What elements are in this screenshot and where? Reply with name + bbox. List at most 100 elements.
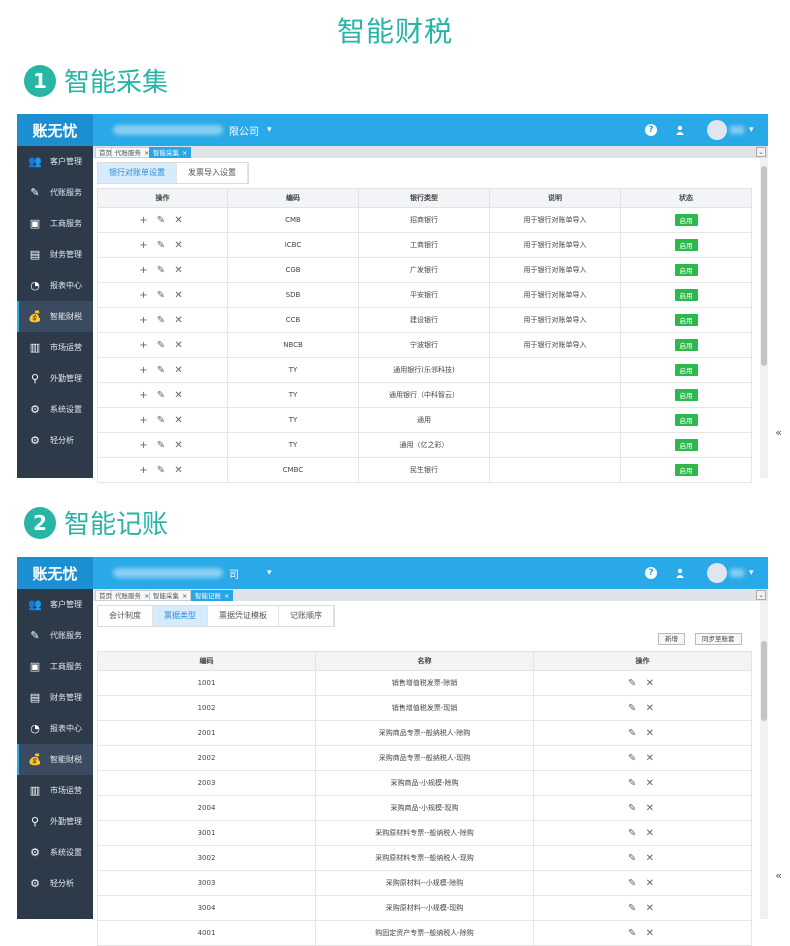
bank-type: 通用银行(乐邻科技) — [358, 357, 490, 383]
row-actions[interactable]: + ✎ ✕ — [97, 457, 228, 483]
row-actions[interactable]: ✎ ✕ — [533, 920, 752, 946]
row-actions[interactable]: ✎ ✕ — [533, 720, 752, 746]
bill-code: 2002 — [97, 745, 316, 771]
status-badge[interactable]: 启用 — [674, 364, 698, 376]
bank-type: 工商银行 — [358, 232, 490, 258]
row-actions[interactable]: ✎ ✕ — [533, 820, 752, 846]
sidebar-item-label: 报表中心 — [50, 724, 82, 733]
company-selector[interactable]: 司 — [113, 557, 263, 589]
chevron-down-icon[interactable]: ⌄ — [756, 590, 766, 600]
sidebar-item-8[interactable]: ⚙ 系统设置 — [17, 837, 93, 868]
row-actions[interactable]: + ✎ ✕ — [97, 357, 228, 383]
sidebar-item-5[interactable]: 💰 智能财税 — [17, 744, 93, 775]
sidebar-item-2[interactable]: ▣ 工商服务 — [17, 208, 93, 239]
row-actions[interactable]: + ✎ ✕ — [97, 207, 228, 233]
subtab-0[interactable]: 会计制度 — [98, 606, 153, 626]
collapse-panel-icon[interactable]: « — [775, 869, 782, 882]
close-icon[interactable]: × — [224, 592, 229, 600]
person-icon[interactable] — [673, 566, 687, 580]
tab-2[interactable]: 智能采集 × — [149, 590, 192, 601]
sidebar-item-2[interactable]: ▣ 工商服务 — [17, 651, 93, 682]
scrollbar[interactable] — [760, 601, 768, 919]
sidebar-item-4[interactable]: ◔ 报表中心 — [17, 713, 93, 744]
scrollbar-thumb[interactable] — [761, 166, 767, 366]
chevron-down-icon[interactable]: ▾ — [749, 125, 754, 135]
sidebar-item-7[interactable]: ⚲ 外勤管理 — [17, 806, 93, 837]
row-actions[interactable]: + ✎ ✕ — [97, 332, 228, 358]
person-icon[interactable] — [673, 123, 687, 137]
row-actions[interactable]: + ✎ ✕ — [97, 407, 228, 433]
status-badge[interactable]: 启用 — [674, 214, 698, 226]
table-row: + ✎ ✕ CMB 招商银行 用于银行对账单导入 启用 — [97, 207, 752, 233]
chevron-down-icon[interactable]: ▾ — [267, 125, 272, 135]
chevron-down-icon[interactable]: ▾ — [267, 568, 272, 578]
sidebar-item-1[interactable]: ✎ 代账服务 — [17, 620, 93, 651]
help-icon[interactable]: ? — [645, 124, 657, 136]
status-badge[interactable]: 启用 — [674, 389, 698, 401]
company-selector[interactable]: 限公司 — [113, 114, 263, 146]
bank-code: TY — [227, 357, 359, 383]
status-badge[interactable]: 启用 — [674, 289, 698, 301]
row-actions[interactable]: + ✎ ✕ — [97, 282, 228, 308]
sidebar-item-3[interactable]: ▤ 财务管理 — [17, 239, 93, 270]
row-actions[interactable]: ✎ ✕ — [533, 670, 752, 696]
sidebar-item-9[interactable]: ⚙ 轻分析 — [17, 868, 93, 899]
chevron-down-icon[interactable]: ▾ — [749, 568, 754, 578]
row-actions[interactable]: ✎ ✕ — [533, 695, 752, 721]
sidebar-item-5[interactable]: 💰 智能财税 — [17, 301, 93, 332]
row-actions[interactable]: + ✎ ✕ — [97, 432, 228, 458]
row-actions[interactable]: ✎ ✕ — [533, 795, 752, 821]
row-actions[interactable]: + ✎ ✕ — [97, 382, 228, 408]
status-badge[interactable]: 启用 — [674, 414, 698, 426]
company-name: 限公司 — [229, 126, 259, 138]
tab-3[interactable]: 智能记账 × — [191, 590, 234, 601]
app-screenshot-bookkeeping: 账无忧 司 ▾ ? ▾ 👥 客户管理 ✎ 代账服务 ▣ 工商服务 ▤ 财务管理 ◔ 报表中心 💰 智能… — [17, 557, 782, 946]
tab-1[interactable]: 代账服务 × — [111, 590, 154, 601]
close-icon[interactable]: × — [182, 149, 187, 157]
status-badge[interactable]: 启用 — [674, 339, 698, 351]
sidebar-item-1[interactable]: ✎ 代账服务 — [17, 177, 93, 208]
sidebar-item-0[interactable]: 👥 客户管理 — [17, 589, 93, 620]
tab-1[interactable]: 代账服务 × — [111, 147, 154, 158]
close-icon[interactable]: × — [182, 592, 187, 600]
row-actions[interactable]: ✎ ✕ — [533, 870, 752, 896]
row-actions[interactable]: + ✎ ✕ — [97, 232, 228, 258]
scrollbar-thumb[interactable] — [761, 641, 767, 721]
collapse-panel-icon[interactable]: « — [775, 426, 782, 439]
status-badge[interactable]: 启用 — [674, 464, 698, 476]
row-actions[interactable]: + ✎ ✕ — [97, 307, 228, 333]
avatar[interactable] — [707, 120, 727, 140]
sidebar-item-0[interactable]: 👥 客户管理 — [17, 146, 93, 177]
subtab-1[interactable]: 发票导入设置 — [177, 163, 248, 183]
status-badge[interactable]: 启用 — [674, 314, 698, 326]
row-actions[interactable]: ✎ ✕ — [533, 895, 752, 921]
sidebar-item-6[interactable]: ▥ 市场运营 — [17, 775, 93, 806]
bank-type-table: 操作 编码 银行类型 说明 状态 + ✎ ✕ CMB 招商银行 用于银行对账单导入 启用 + ✎ … — [97, 188, 752, 483]
sidebar-item-4[interactable]: ◔ 报表中心 — [17, 270, 93, 301]
subtab-1[interactable]: 票据类型 — [153, 606, 208, 626]
row-actions[interactable]: + ✎ ✕ — [97, 257, 228, 283]
column-header: 编码 — [227, 188, 359, 208]
sidebar-item-6[interactable]: ▥ 市场运营 — [17, 332, 93, 363]
sidebar-item-3[interactable]: ▤ 财务管理 — [17, 682, 93, 713]
status-badge[interactable]: 启用 — [674, 439, 698, 451]
sidebar-item-7[interactable]: ⚲ 外勤管理 — [17, 363, 93, 394]
row-actions[interactable]: ✎ ✕ — [533, 745, 752, 771]
subtab-2[interactable]: 票据凭证模板 — [208, 606, 279, 626]
scrollbar[interactable] — [760, 158, 768, 478]
tab-2[interactable]: 智能采集 × — [149, 147, 192, 158]
avatar[interactable] — [707, 563, 727, 583]
status-badge[interactable]: 启用 — [674, 264, 698, 276]
row-actions[interactable]: ✎ ✕ — [533, 770, 752, 796]
help-icon[interactable]: ? — [645, 567, 657, 579]
sync-to-ledger-button[interactable]: 同步至账套 — [695, 633, 742, 645]
status-badge[interactable]: 启用 — [674, 239, 698, 251]
sidebar-icon: ▣ — [29, 660, 41, 673]
sidebar-item-8[interactable]: ⚙ 系统设置 — [17, 394, 93, 425]
new-button[interactable]: 新增 — [658, 633, 685, 645]
sidebar-item-9[interactable]: ⚙ 轻分析 — [17, 425, 93, 456]
subtab-3[interactable]: 记账顺序 — [279, 606, 334, 626]
row-actions[interactable]: ✎ ✕ — [533, 845, 752, 871]
subtab-0[interactable]: 银行对账单设置 — [98, 163, 177, 183]
chevron-down-icon[interactable]: ⌄ — [756, 147, 766, 157]
